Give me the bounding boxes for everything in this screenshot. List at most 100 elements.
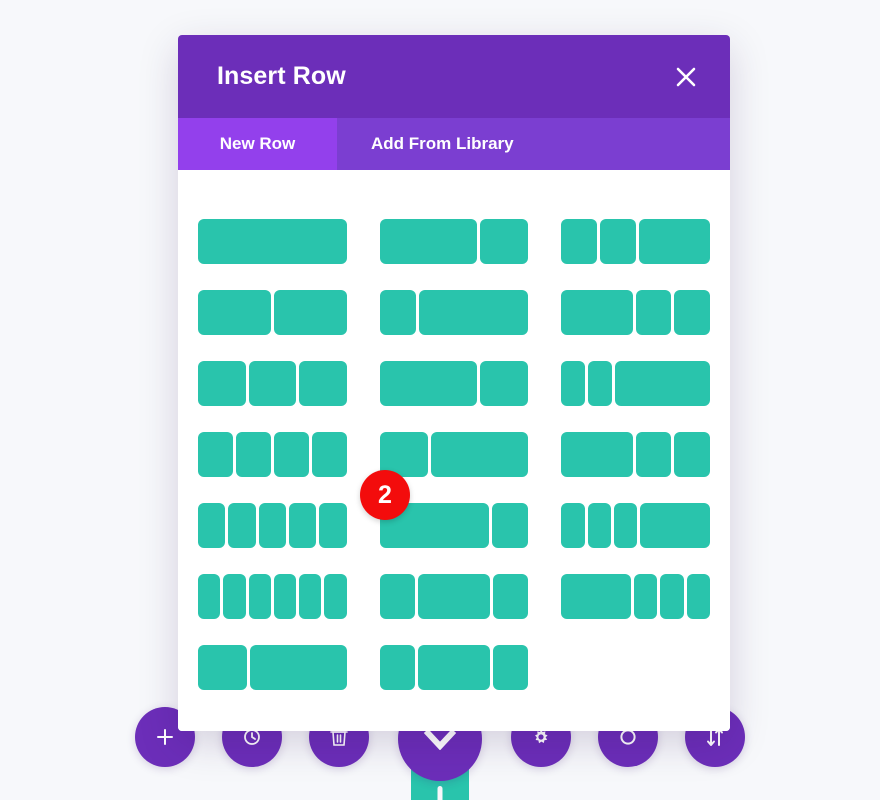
column-block — [198, 503, 226, 548]
column-block — [273, 574, 297, 619]
column-block — [258, 503, 286, 548]
tab-new-row-label: New Row — [219, 134, 296, 153]
column-block — [674, 432, 711, 477]
close-button[interactable] — [669, 60, 703, 94]
column-block — [635, 432, 672, 477]
layout-cell — [198, 632, 347, 703]
column-block — [660, 574, 684, 619]
layout-cell — [379, 561, 529, 632]
column-block — [198, 219, 347, 264]
row-layout-option[interactable] — [561, 503, 711, 548]
column-block — [319, 503, 347, 548]
column-block — [634, 574, 658, 619]
column-block — [228, 503, 256, 548]
column-block — [418, 574, 490, 619]
column-block — [324, 574, 347, 619]
column-block — [640, 503, 711, 548]
column-block — [561, 290, 633, 335]
column-block — [379, 290, 417, 335]
tab-new-row[interactable]: New Row — [178, 118, 337, 170]
row-layout-option[interactable] — [198, 361, 347, 406]
column-block — [561, 574, 632, 619]
tab-add-from-library[interactable]: Add From Library — [337, 118, 548, 170]
column-block — [600, 219, 636, 264]
column-block — [379, 361, 477, 406]
row-layout-option[interactable] — [379, 361, 529, 406]
column-block — [235, 432, 271, 477]
row-layout-option[interactable] — [198, 290, 347, 335]
column-block — [273, 290, 347, 335]
layout-cell — [561, 490, 711, 561]
row-layout-option[interactable] — [379, 219, 529, 264]
layout-cell — [561, 348, 710, 419]
column-block — [479, 361, 529, 406]
column-block — [479, 219, 529, 264]
column-block — [587, 503, 611, 548]
column-block — [198, 290, 271, 335]
column-block — [299, 361, 347, 406]
row-layout-option[interactable] — [561, 219, 711, 264]
row-layout-option[interactable] — [379, 432, 529, 477]
column-block — [614, 361, 710, 406]
close-icon — [676, 67, 696, 86]
page-title: Insert Row — [217, 62, 346, 90]
column-block — [638, 219, 711, 264]
column-block — [379, 219, 477, 264]
column-block — [379, 645, 416, 690]
row-layout-option[interactable] — [198, 503, 347, 548]
column-block — [561, 219, 597, 264]
column-block — [419, 290, 529, 335]
layout-cell — [198, 419, 347, 490]
layout-cell — [198, 206, 347, 277]
column-block — [248, 361, 297, 406]
row-layout-option[interactable] — [379, 574, 529, 619]
column-block — [198, 432, 233, 477]
row-layout-option[interactable] — [561, 432, 711, 477]
column-block — [299, 574, 322, 619]
plus-icon — [157, 729, 173, 745]
column-block — [273, 432, 309, 477]
column-block — [674, 290, 711, 335]
column-block — [198, 574, 221, 619]
modal-tabs: New Row Add From Library — [178, 118, 730, 170]
column-block — [198, 645, 247, 690]
row-layout-option[interactable] — [198, 219, 347, 264]
column-block — [561, 503, 585, 548]
layout-cell — [379, 277, 529, 348]
row-layout-option[interactable] — [561, 290, 711, 335]
column-block — [248, 574, 271, 619]
row-layout-option[interactable] — [379, 645, 529, 690]
layout-cell — [561, 561, 711, 632]
column-block — [613, 503, 638, 548]
modal-body — [178, 170, 730, 731]
layout-cell — [379, 632, 529, 703]
chevron-down-icon — [423, 728, 457, 750]
layout-cell — [561, 277, 711, 348]
layout-cell — [379, 348, 529, 419]
column-block — [561, 432, 633, 477]
column-block — [379, 574, 416, 619]
column-block — [288, 503, 317, 548]
column-block — [431, 432, 529, 477]
row-layout-option[interactable] — [379, 290, 529, 335]
layout-cell — [198, 348, 347, 419]
modal-header: Insert Row — [178, 35, 730, 118]
column-block — [249, 645, 347, 690]
row-layout-option[interactable] — [561, 361, 710, 406]
row-layout-option[interactable] — [198, 574, 347, 619]
insert-row-modal: Insert Row New Row Add From Library — [178, 35, 730, 731]
column-block — [311, 432, 347, 477]
layout-cell — [198, 490, 347, 561]
row-layout-grid — [198, 206, 711, 703]
layout-cell — [198, 277, 347, 348]
layout-cell — [379, 206, 529, 277]
row-layout-option[interactable] — [198, 432, 347, 477]
column-block — [492, 645, 529, 690]
column-block — [198, 361, 246, 406]
row-layout-option[interactable] — [561, 574, 711, 619]
layout-cell — [561, 206, 711, 277]
layout-cell — [561, 632, 710, 703]
tab-add-from-library-label: Add From Library — [371, 134, 514, 153]
layout-cell — [561, 419, 711, 490]
row-layout-option[interactable] — [198, 645, 347, 690]
